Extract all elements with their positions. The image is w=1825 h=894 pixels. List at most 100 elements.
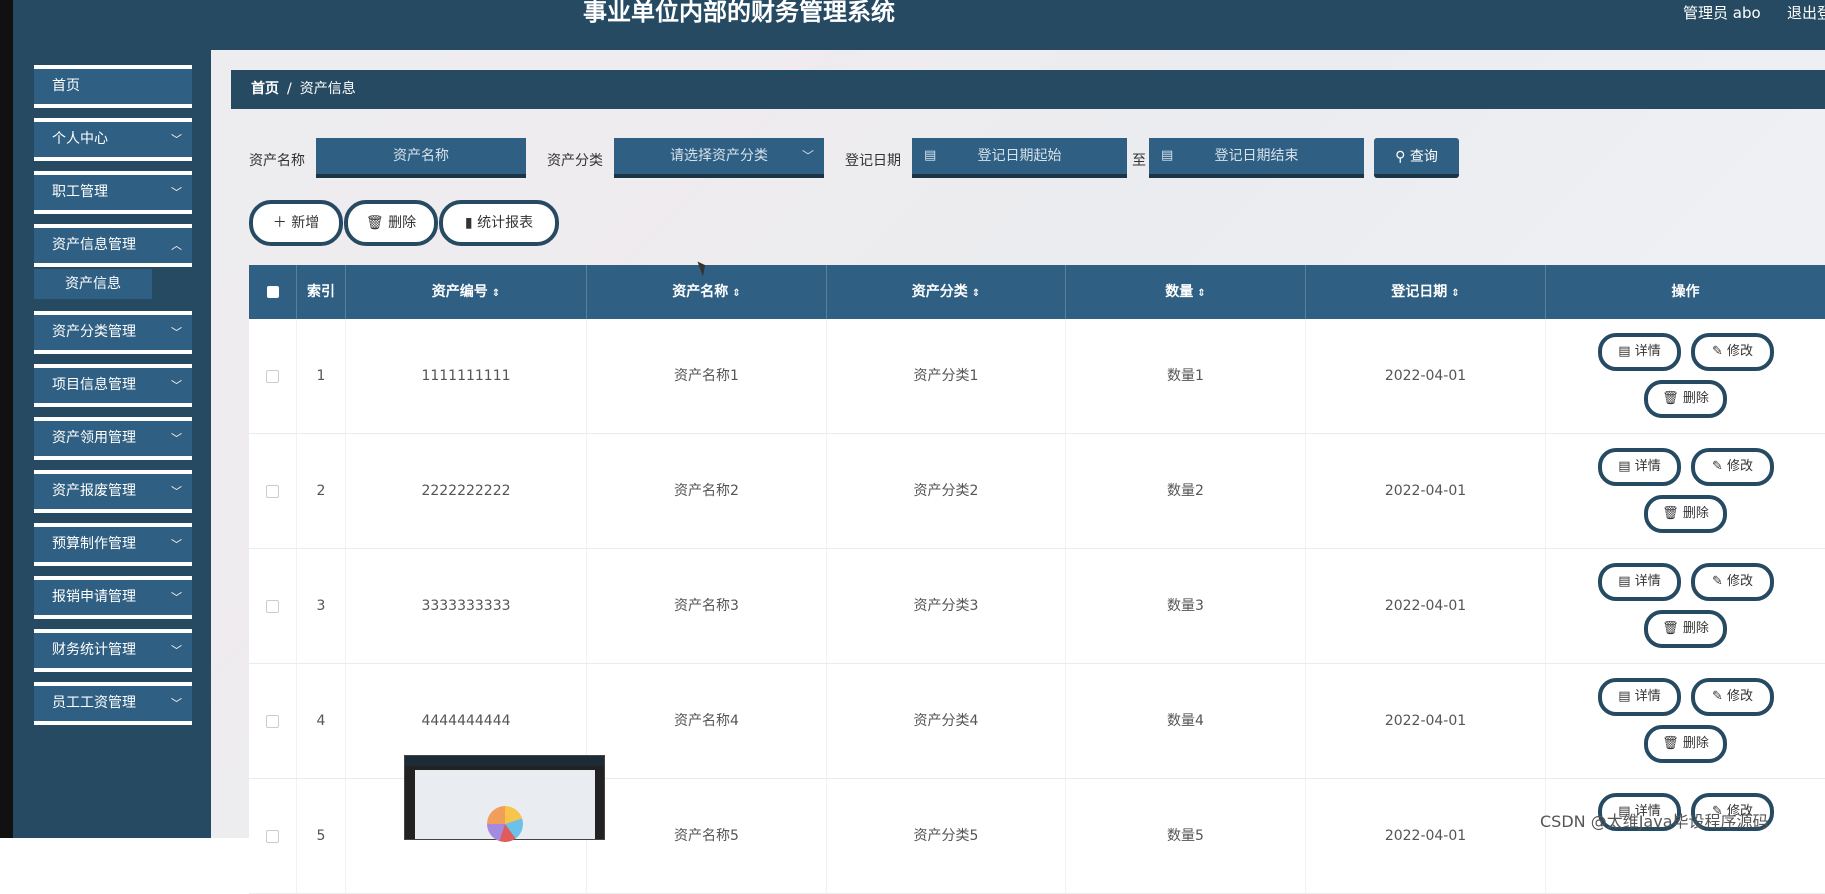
cell-index: 1	[297, 319, 346, 433]
col-date[interactable]: 登记日期 ⇕	[1306, 265, 1546, 319]
sidebar-item-asset-category[interactable]: 资产分类管理 ﹀	[34, 311, 192, 354]
cell-name: 资产名称5	[587, 779, 827, 893]
edit-button[interactable]: ✎ 修改	[1691, 333, 1774, 371]
edit-label: 修改	[1727, 689, 1754, 704]
sidebar-item-label: 预算制作管理	[52, 536, 136, 552]
cell-index: 3	[297, 549, 346, 663]
sidebar-item-asset-info[interactable]: 资产信息管理 ︿	[34, 224, 192, 267]
sidebar-item-label: 职工管理	[52, 184, 108, 200]
cell-name: 资产名称1	[587, 319, 827, 433]
pencil-icon: ✎	[1711, 689, 1723, 704]
sidebar-subitem-asset-info[interactable]: 资产信息	[34, 269, 152, 299]
pencil-icon: ✎	[1711, 459, 1723, 474]
sidebar-item-reimbursement[interactable]: 报销申请管理 ﹀	[34, 576, 192, 619]
add-button[interactable]: ＋ 新增	[249, 200, 343, 246]
chevron-down-icon: ﹀	[171, 432, 182, 445]
sort-icon: ⇕	[971, 288, 981, 299]
cell-quantity: 数量3	[1066, 549, 1306, 663]
add-button-label: 新增	[291, 215, 320, 231]
trash-icon: 🗑	[1662, 736, 1679, 751]
edit-button[interactable]: ✎ 修改	[1691, 448, 1774, 486]
report-button[interactable]: ▮ 统计报表	[439, 200, 559, 246]
col-code[interactable]: 资产编号 ⇕	[346, 265, 587, 319]
row-select-cell	[249, 664, 297, 778]
edit-label: 修改	[1727, 459, 1754, 474]
video-thumbnail-preview	[404, 755, 605, 842]
cell-date: 2022-04-01	[1306, 549, 1546, 663]
edit-button[interactable]: ✎ 修改	[1691, 563, 1774, 601]
chevron-down-icon: ﹀	[171, 538, 182, 551]
detail-button[interactable]: ▤ 详情	[1598, 678, 1681, 716]
date-start-input[interactable]: ▤ 登记日期起始	[912, 138, 1127, 178]
table-row: 2 2222222222 资产名称2 资产分类2 数量2 2022-04-01 …	[249, 434, 1825, 549]
col-category[interactable]: 资产分类 ⇕	[827, 265, 1066, 319]
select-all-cell	[249, 265, 297, 319]
row-checkbox[interactable]	[266, 714, 279, 728]
sidebar-item-finance-stats[interactable]: 财务统计管理 ﹀	[34, 629, 192, 672]
col-category-label: 资产分类	[911, 284, 968, 300]
cell-name: 资产名称2	[587, 434, 827, 548]
asset-name-input[interactable]: 资产名称	[316, 138, 526, 178]
sidebar-item-label: 项目信息管理	[52, 377, 136, 393]
trash-icon: 🗑	[1662, 391, 1679, 406]
sidebar-item-home[interactable]: 首页	[34, 65, 192, 108]
delete-label: 删除	[1682, 391, 1709, 406]
logout-link[interactable]: 退出登	[1787, 2, 1825, 23]
asset-category-select[interactable]: 请选择资产分类 ﹀	[614, 138, 824, 178]
delete-button[interactable]: 🗑 删除	[344, 200, 438, 246]
breadcrumb-home[interactable]: 首页	[251, 81, 279, 97]
date-start-placeholder: 登记日期起始	[977, 148, 1062, 164]
asset-category-placeholder: 请选择资产分类	[670, 148, 768, 164]
sidebar-item-asset-requisition[interactable]: 资产领用管理 ﹀	[34, 417, 192, 460]
sort-icon: ⇕	[1451, 288, 1460, 299]
calendar-icon: ▤	[924, 148, 937, 163]
col-quantity[interactable]: 数量 ⇕	[1066, 265, 1306, 319]
plus-icon: ＋	[272, 215, 287, 231]
row-delete-button[interactable]: 🗑 删除	[1644, 610, 1727, 648]
cell-quantity: 数量5	[1066, 779, 1306, 893]
row-select-cell	[249, 434, 297, 548]
breadcrumb: 首页 / 资产信息	[231, 70, 1825, 109]
chevron-down-icon: ﹀	[171, 379, 182, 392]
cell-code: 2222222222	[346, 434, 587, 548]
row-delete-button[interactable]: 🗑 删除	[1644, 380, 1727, 418]
date-end-input[interactable]: ▤ 登记日期结束	[1149, 138, 1364, 178]
sidebar-item-staff[interactable]: 职工管理 ﹀	[34, 171, 192, 214]
col-date-label: 登记日期	[1391, 284, 1448, 300]
sort-icon: ⇕	[1197, 288, 1206, 299]
detail-button[interactable]: ▤ 详情	[1598, 333, 1681, 371]
sidebar-item-personal-center[interactable]: 个人中心 ﹀	[34, 118, 192, 161]
row-checkbox[interactable]	[266, 484, 279, 498]
row-delete-button[interactable]: 🗑 删除	[1644, 725, 1727, 763]
window-left-edge	[0, 0, 13, 838]
sidebar-item-label: 资产领用管理	[52, 430, 136, 446]
detail-button[interactable]: ▤ 详情	[1598, 563, 1681, 601]
detail-button[interactable]: ▤ 详情	[1598, 448, 1681, 486]
row-select-cell	[249, 549, 297, 663]
row-checkbox[interactable]	[266, 829, 279, 843]
chevron-down-icon: ﹀	[171, 644, 182, 657]
row-checkbox[interactable]	[266, 369, 279, 383]
sidebar-item-asset-scrap[interactable]: 资产报废管理 ﹀	[34, 470, 192, 513]
sidebar-item-project-info[interactable]: 项目信息管理 ﹀	[34, 364, 192, 407]
watermark: CSDN @太维Java毕设程序源码	[1540, 812, 1769, 831]
document-icon: ▤	[1618, 574, 1631, 589]
query-button[interactable]: ⚲ 查询	[1374, 138, 1459, 178]
document-icon: ▤	[1618, 459, 1631, 474]
cell-category: 资产分类2	[827, 434, 1066, 548]
chevron-down-icon: ﹀	[171, 485, 182, 498]
row-delete-button[interactable]: 🗑 删除	[1644, 495, 1727, 533]
cell-index: 5	[297, 779, 346, 893]
col-index: 索引	[297, 265, 346, 319]
sort-icon: ⇕	[732, 288, 741, 299]
sidebar-item-salary[interactable]: 员工工资管理 ﹀	[34, 682, 192, 725]
cell-code: 1111111111	[346, 319, 587, 433]
cell-category: 资产分类5	[827, 779, 1066, 893]
sidebar-item-budget[interactable]: 预算制作管理 ﹀	[34, 523, 192, 566]
cell-date: 2022-04-01	[1306, 779, 1546, 893]
row-checkbox[interactable]	[266, 599, 279, 613]
cell-quantity: 数量2	[1066, 434, 1306, 548]
app-title: 事业单位内部的财务管理系统	[583, 0, 895, 26]
select-all-checkbox[interactable]	[266, 286, 279, 298]
edit-button[interactable]: ✎ 修改	[1691, 678, 1774, 716]
